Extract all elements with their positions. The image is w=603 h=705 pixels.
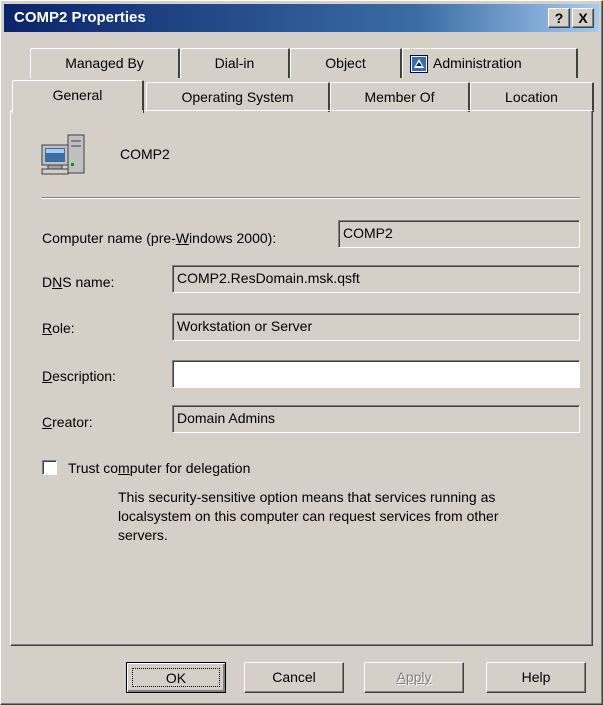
tab-object[interactable]: Object — [290, 48, 402, 78]
active-tab-join — [13, 110, 143, 113]
trust-delegation-note: This security-sensitive option means tha… — [118, 489, 499, 543]
creator-field[interactable]: Domain Admins — [172, 405, 580, 433]
dns-name-field[interactable]: COMP2.ResDomain.msk.qsft — [172, 265, 580, 293]
description-label: Description: — [42, 368, 116, 384]
computer-name-field[interactable]: COMP2 — [338, 220, 580, 248]
tab-label: Managed By — [65, 55, 144, 71]
ok-button-label: OK — [132, 668, 220, 687]
help-caption-button[interactable]: ? — [548, 8, 570, 28]
tab-label: Operating System — [181, 89, 294, 105]
apply-button-label: Apply — [396, 669, 432, 685]
tab-label: Object — [325, 55, 366, 71]
dns-name-label: DNS name: — [42, 274, 115, 290]
separator — [42, 197, 580, 199]
tab-administration[interactable]: Administration — [402, 48, 578, 78]
tab-managed-by[interactable]: Managed By — [30, 48, 180, 78]
tab-label: Location — [505, 89, 558, 105]
tab-dial-in[interactable]: Dial-in — [180, 48, 290, 78]
apply-button[interactable]: Apply — [364, 662, 464, 693]
role-label: Role: — [42, 320, 75, 336]
computer-name-label: Computer name (pre-Windows 2000): — [42, 230, 277, 246]
title-bar[interactable]: COMP2 Properties — [4, 4, 599, 32]
window-title: COMP2 Properties — [14, 9, 146, 26]
computer-icon — [40, 133, 88, 177]
tab-label: Member Of — [364, 89, 435, 105]
administration-icon — [410, 54, 428, 73]
tab-general[interactable]: General — [12, 80, 144, 113]
tab-member-of[interactable]: Member Of — [330, 82, 470, 112]
computer-title: COMP2 — [120, 146, 170, 162]
tab-label: Dial-in — [214, 55, 255, 71]
help-button[interactable]: Help — [486, 662, 586, 693]
ok-button[interactable]: OK — [126, 662, 226, 693]
close-caption-button[interactable]: X — [572, 8, 594, 28]
trust-delegation-label[interactable]: Trust computer for delegation — [68, 460, 250, 476]
cancel-button[interactable]: Cancel — [244, 662, 344, 693]
tab-operating-system[interactable]: Operating System — [146, 82, 330, 112]
role-field[interactable]: Workstation or Server — [172, 313, 580, 341]
description-input[interactable] — [172, 360, 580, 388]
creator-label: Creator: — [42, 414, 93, 430]
tab-location[interactable]: Location — [470, 82, 594, 112]
tab-label: Administration — [433, 55, 522, 71]
trust-delegation-checkbox[interactable] — [42, 460, 57, 475]
tab-label: General — [52, 87, 103, 103]
